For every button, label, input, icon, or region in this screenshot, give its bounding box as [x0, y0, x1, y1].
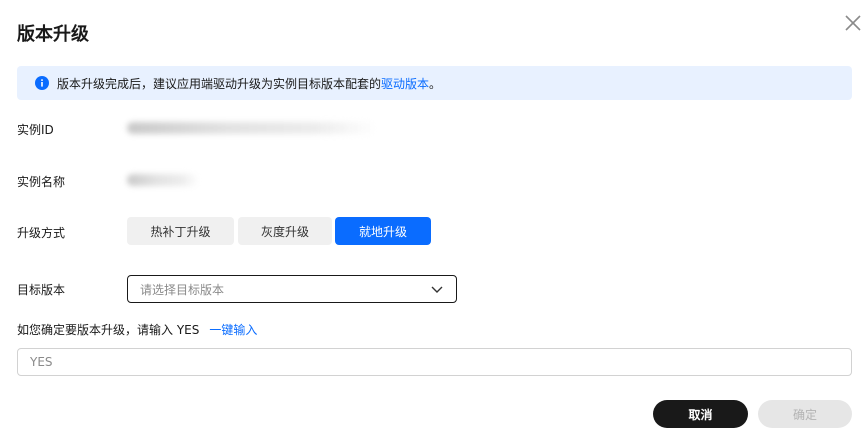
target-version-label: 目标版本 — [17, 283, 66, 297]
upgrade-mode-gray[interactable]: 灰度升级 — [238, 217, 332, 245]
instance-id-label: 实例ID — [17, 123, 54, 137]
driver-version-link[interactable]: 驱动版本 — [381, 75, 429, 92]
alert-suffix: 。 — [429, 76, 442, 91]
upgrade-mode-inplace[interactable]: 就地升级 — [335, 217, 431, 245]
confirm-hint-text: 如您确定要版本升级，请输入 YES — [17, 323, 200, 337]
confirm-yes-input[interactable] — [17, 348, 852, 376]
one-click-fill-link[interactable]: 一键输入 — [209, 323, 257, 337]
info-alert: 版本升级完成后，建议应用端驱动升级为实例目标版本配套的 驱动版本 。 — [17, 66, 852, 100]
instance-name-value-redacted — [127, 174, 199, 186]
chevron-down-icon — [430, 282, 444, 296]
cancel-button[interactable]: 取消 — [653, 400, 748, 428]
close-icon[interactable] — [842, 12, 864, 34]
info-icon — [35, 76, 49, 90]
target-version-select[interactable]: 请选择目标版本 — [127, 275, 457, 303]
alert-text: 版本升级完成后，建议应用端驱动升级为实例目标版本配套的 — [57, 76, 382, 91]
upgrade-dialog: 版本升级 版本升级完成后，建议应用端驱动升级为实例目标版本配套的 驱动版本 。 … — [0, 0, 868, 435]
upgrade-mode-label: 升级方式 — [17, 226, 66, 240]
ok-button[interactable]: 确定 — [758, 400, 852, 428]
instance-id-value-redacted — [127, 122, 377, 134]
upgrade-mode-hotpatch[interactable]: 热补丁升级 — [127, 217, 234, 245]
instance-name-label: 实例名称 — [17, 175, 66, 189]
target-version-placeholder: 请选择目标版本 — [140, 282, 225, 297]
dialog-title: 版本升级 — [17, 24, 89, 45]
confirm-hint: 如您确定要版本升级，请输入 YES 一键输入 — [17, 321, 257, 338]
